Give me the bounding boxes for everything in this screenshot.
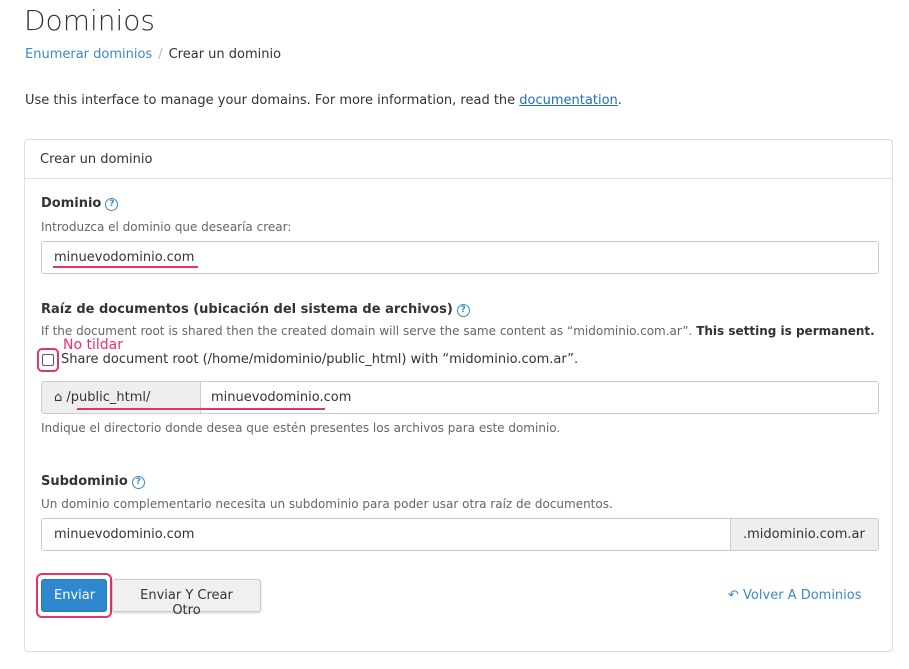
back-arrow-icon: ↶ [728,588,739,603]
help-icon[interactable]: ? [457,304,470,317]
annotation-note: No tildar [63,337,123,353]
annotation-underline [53,266,198,268]
home-icon: ⌂ [54,390,62,405]
documentation-link[interactable]: documentation [519,93,617,108]
domain-hint: Introduzca el dominio que desearía crear… [41,220,291,234]
subdomain-label: Subdominio? [41,474,145,489]
domain-label: Dominio? [41,196,118,211]
docroot-hint: If the document root is shared then the … [41,324,875,338]
annotation-underline [77,408,325,410]
breadcrumb: Enumerar dominios/Crear un dominio [25,47,281,62]
share-docroot-label: Share document root (/home/midominio/pub… [61,352,578,367]
subdomain-suffix: .midominio.com.ar [730,518,879,551]
intro-text: Use this interface to manage your domain… [25,93,622,108]
help-icon[interactable]: ? [105,198,118,211]
submit-and-create-another-button[interactable]: Enviar Y Crear Otro [112,579,261,612]
docroot-help: Indique el directorio donde desea que es… [41,421,560,435]
submit-button[interactable]: Enviar [41,579,107,612]
subdomain-input[interactable]: minuevodominio.com [41,518,731,551]
domain-input[interactable]: minuevodominio.com [41,241,879,274]
docroot-label: Raíz de documentos (ubicación del sistem… [41,302,470,317]
subdomain-hint: Un dominio complementario necesita un su… [41,497,613,511]
help-icon[interactable]: ? [132,476,145,489]
create-domain-panel: Crear un dominio Dominio? Introduzca el … [24,139,893,652]
panel-heading: Crear un dominio [25,140,892,179]
back-to-domains-link[interactable]: ↶ Volver A Dominios [728,588,862,603]
share-docroot-checkbox[interactable] [42,354,54,366]
breadcrumb-list-domains[interactable]: Enumerar dominios [25,47,152,62]
breadcrumb-current: Crear un dominio [169,47,281,62]
page-title: Dominios [24,4,155,37]
